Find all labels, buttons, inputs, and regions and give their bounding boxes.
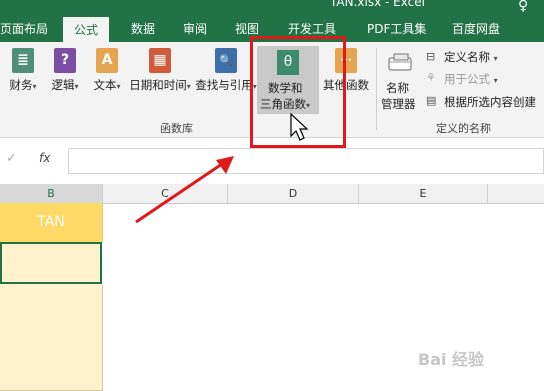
lookup-icon: 🔍 <box>215 48 237 73</box>
cell-b1-tan[interactable]: TAN <box>0 203 103 243</box>
column-header-b[interactable]: B <box>0 184 103 205</box>
ribbon-separator <box>376 48 377 130</box>
text-label: 文本▾ <box>93 78 121 92</box>
tab-developer[interactable]: 开发工具 <box>288 20 336 37</box>
cell-b5[interactable] <box>0 362 103 391</box>
red-arrow-icon <box>135 156 234 224</box>
define-name-button[interactable]: 定义名称 ▾ <box>444 49 498 65</box>
logic-label: 逻辑▾ <box>51 78 79 92</box>
tab-review[interactable]: 审阅 <box>183 20 207 37</box>
tab-page-layout[interactable]: 页面布局 <box>0 20 48 37</box>
lookup-label: 查找与引用▾ <box>195 78 257 92</box>
column-header-e[interactable]: E <box>359 184 488 203</box>
use-in-formula-button[interactable]: 用于公式 ▾ <box>444 71 498 87</box>
window-title: TAN.xlsx - Excel <box>330 0 425 9</box>
enter-check-icon[interactable]: ✓ <box>6 151 17 166</box>
define-name-icon: ⊟ <box>426 50 436 63</box>
column-header-d[interactable]: D <box>228 184 359 203</box>
mouse-cursor-icon <box>290 112 309 141</box>
tab-formulas[interactable]: 公式 <box>63 17 110 42</box>
tab-baidu-netdisk[interactable]: 百度网盘 <box>452 20 500 37</box>
logic-icon: ? <box>54 48 76 73</box>
create-from-selection-button[interactable]: 根据所选内容创建 <box>444 94 536 110</box>
name-manager-label-line2[interactable]: 管理器 <box>381 96 416 112</box>
use-in-formula-icon: ⚘ <box>426 71 436 84</box>
tab-data[interactable]: 数据 <box>131 20 155 37</box>
tab-pdf-tools[interactable]: PDF工具集 <box>367 20 426 37</box>
finance-icon: ≣ <box>12 48 34 73</box>
text-button[interactable]: A 文本▾ <box>90 48 124 93</box>
name-manager-icon <box>386 52 416 74</box>
cell-b3[interactable] <box>0 284 103 323</box>
lookup-button[interactable]: 🔍 查找与引用▾ <box>194 48 258 93</box>
cell-b4[interactable] <box>0 322 103 363</box>
function-library-group-label: 函数库 <box>160 122 193 135</box>
lightbulb-icon[interactable]: ♀ <box>518 0 528 14</box>
logic-button[interactable]: ? 逻辑▾ <box>48 48 82 93</box>
datetime-button[interactable]: ▦ 日期和时间▾ <box>128 48 192 93</box>
datetime-label: 日期和时间▾ <box>129 78 191 92</box>
create-from-selection-icon: ▤ <box>426 94 437 107</box>
title-bar <box>0 0 544 14</box>
datetime-icon: ▦ <box>149 48 171 73</box>
finance-label: 财务▾ <box>9 78 37 92</box>
watermark: Bai 经验 <box>418 350 485 369</box>
insert-function-icon[interactable]: fx <box>39 151 50 165</box>
tab-view[interactable]: 视图 <box>235 20 259 37</box>
defined-names-group-label: 定义的名称 <box>436 122 491 135</box>
finance-button[interactable]: ≣ 财务▾ <box>6 48 40 93</box>
name-manager-label-line1[interactable]: 名称 <box>386 80 409 96</box>
cell-b2-selected[interactable] <box>0 242 102 284</box>
text-icon: A <box>96 48 118 73</box>
